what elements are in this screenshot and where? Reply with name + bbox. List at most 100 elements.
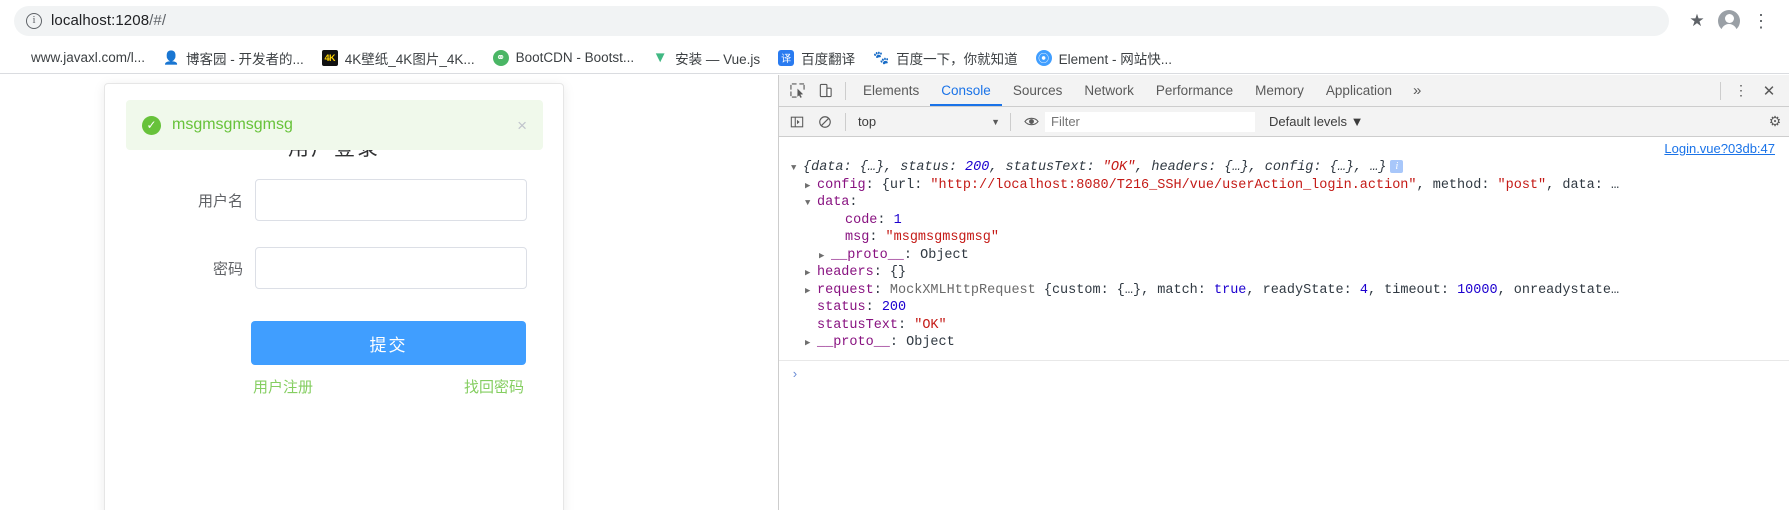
console-token: : {} (873, 265, 907, 280)
bookmark-item[interactable]: www.javaxl.com/l... (0, 47, 153, 69)
console-line[interactable]: ▼ {data: {…}, status: 200, statusText: "O… (791, 159, 1789, 177)
console-line[interactable]: msg: "msgmsgmsgmsg" (791, 229, 1789, 247)
4k-wallpaper-icon: 4K (321, 49, 338, 66)
clear-console-icon[interactable] (811, 109, 839, 135)
disclosure-closed-icon[interactable]: ▶ (805, 265, 817, 283)
console-token: true (1214, 282, 1247, 298)
js-context-select[interactable]: top ▼ (852, 112, 1004, 132)
disclosure-open-icon[interactable]: ▼ (791, 160, 803, 178)
console-message-group: ▼ {data: {…}, status: 200, statusText: "O… (779, 137, 1789, 361)
baidu-icon: 🐾 (873, 49, 890, 66)
console-settings-icon[interactable]: ⚙ (1761, 109, 1789, 135)
console-token: {custom: {…}, match: (1043, 282, 1214, 298)
login-links: 用户注册 找回密码 (251, 376, 526, 397)
bookmark-item[interactable]: 4K 4K壁纸_4K图片_4K... (314, 45, 483, 71)
bookmarks-bar: www.javaxl.com/l... 👤 博客园 - 开发者的... 4K 4… (0, 42, 1789, 74)
browser-window: i localhost:1208/#/ ★ ⋮ www.javaxl.com/l… (0, 0, 1789, 510)
console-token: code (845, 212, 878, 228)
console-line[interactable]: code: 1 (791, 212, 1789, 230)
forgot-password-link[interactable]: 找回密码 (464, 376, 524, 397)
bookmark-item[interactable]: ⦿ Element - 网站快... (1028, 45, 1180, 71)
log-levels-select[interactable]: Default levels ▼ (1269, 114, 1364, 129)
console-token: , headers: {…}, config: {…}, …} (1135, 160, 1387, 175)
bookmark-item[interactable]: 🐾 百度一下，你就知道 (865, 45, 1026, 71)
disclosure-closed-icon[interactable]: ▶ (805, 178, 817, 196)
tab-sources[interactable]: Sources (1002, 75, 1074, 106)
console-token: "msgmsgmsgmsg" (885, 230, 999, 245)
console-token: : (849, 195, 858, 210)
more-tabs-icon[interactable]: » (1403, 82, 1431, 99)
live-expression-icon[interactable] (1017, 109, 1045, 135)
console-output[interactable]: Login.vue?03db:47 ▼ {data: {…}, status: 2… (779, 137, 1789, 510)
bookmark-star-icon[interactable]: ★ (1683, 7, 1711, 35)
disclosure-closed-icon[interactable]: ▶ (805, 335, 817, 353)
bootcdn-icon: ⚭ (492, 49, 509, 66)
console-token: request (817, 282, 874, 298)
element-ui-icon: ⦿ (1035, 49, 1052, 66)
console-line[interactable]: ▶ request: MockXMLHttpRequest {custom: {…… (791, 282, 1789, 300)
tab-performance[interactable]: Performance (1145, 75, 1244, 106)
url-path: /#/ (149, 12, 167, 29)
bookmark-item[interactable]: 👤 博客园 - 开发者的... (155, 45, 312, 71)
device-icon-svg (819, 83, 832, 98)
console-token: config (817, 177, 866, 193)
console-line[interactable]: ▼ data: (791, 194, 1789, 212)
tab-memory[interactable]: Memory (1244, 75, 1315, 106)
cnblogs-icon: 👤 (163, 49, 180, 66)
console-line[interactable]: ▶ __proto__: Object (791, 334, 1789, 352)
console-token: , statusText: (989, 160, 1103, 175)
avatar (1718, 9, 1740, 34)
console-line[interactable]: ▶ config: {url: "http://localhost:8080/T2… (791, 177, 1789, 195)
tab-application[interactable]: Application (1315, 75, 1403, 106)
profile-avatar-icon[interactable] (1715, 7, 1743, 35)
console-source-link[interactable]: Login.vue?03db:47 (1664, 141, 1775, 156)
console-sidebar-icon[interactable] (783, 109, 811, 135)
console-line[interactable]: ▶ __proto__: Object (791, 247, 1789, 265)
console-token: : (877, 212, 894, 228)
divider (845, 112, 846, 131)
console-prompt[interactable]: › (779, 361, 1789, 382)
disclosure-closed-icon[interactable]: ▶ (819, 248, 831, 266)
disclosure-closed-icon[interactable]: ▶ (805, 283, 817, 301)
console-line[interactable]: statusText: "OK" (791, 317, 1789, 335)
console-filter-input[interactable] (1045, 111, 1255, 132)
bookmark-item[interactable]: 译 百度翻译 (770, 45, 863, 71)
console-token: MockXMLHttpRequest (889, 282, 1044, 298)
password-row: 密码 (105, 247, 563, 289)
tab-network[interactable]: Network (1073, 75, 1145, 106)
site-info-icon[interactable]: i (26, 12, 42, 29)
url-text: localhost:1208/#/ (51, 12, 166, 29)
console-token: : {url: (865, 177, 931, 193)
inspect-element-icon[interactable] (783, 78, 811, 104)
close-icon[interactable]: × (517, 117, 527, 134)
viewport-split: 用户登录 ✓ msgmsgmsgmsg × 用户名 密码 提交 用户注册 (0, 75, 1789, 510)
check-circle-icon: ✓ (142, 115, 161, 135)
address-bar[interactable]: i localhost:1208/#/ (14, 5, 1669, 36)
console-token: __proto__ (831, 247, 904, 263)
bookmark-item[interactable]: ⚭ BootCDN - Bootst... (485, 47, 643, 69)
eye-icon-svg (1023, 117, 1039, 126)
console-token: "OK" (1102, 160, 1136, 175)
bookmark-item[interactable]: ▼ 安装 — Vue.js (644, 45, 768, 71)
toggle-device-toolbar-icon[interactable] (811, 78, 839, 104)
gear-glyph: ⚙ (1768, 113, 1782, 129)
devtools-tabbar: Elements Console Sources Network Perform… (779, 75, 1789, 107)
devtools-menu-icon[interactable]: ⋮ (1727, 78, 1755, 104)
close-devtools-icon[interactable]: ✕ (1755, 78, 1783, 104)
console-line[interactable]: status: 200 (791, 299, 1789, 317)
console-token: , method: (1416, 177, 1498, 193)
info-badge-icon[interactable]: i (1390, 159, 1404, 173)
password-input[interactable] (255, 247, 527, 289)
submit-button[interactable]: 提交 (251, 321, 526, 365)
tab-console[interactable]: Console (930, 75, 1002, 106)
console-token: statusText (817, 317, 899, 333)
username-input[interactable] (255, 179, 527, 221)
disclosure-open-icon[interactable]: ▼ (805, 195, 817, 213)
register-link[interactable]: 用户注册 (253, 376, 313, 397)
console-line[interactable]: ▶ headers: {} (791, 264, 1789, 282)
tab-elements[interactable]: Elements (852, 75, 930, 106)
bookmark-label: www.javaxl.com/l... (31, 50, 146, 65)
kebab-glyph: ⋮ (1752, 10, 1770, 31)
password-label: 密码 (212, 260, 243, 278)
chrome-menu-icon[interactable]: ⋮ (1747, 7, 1775, 35)
